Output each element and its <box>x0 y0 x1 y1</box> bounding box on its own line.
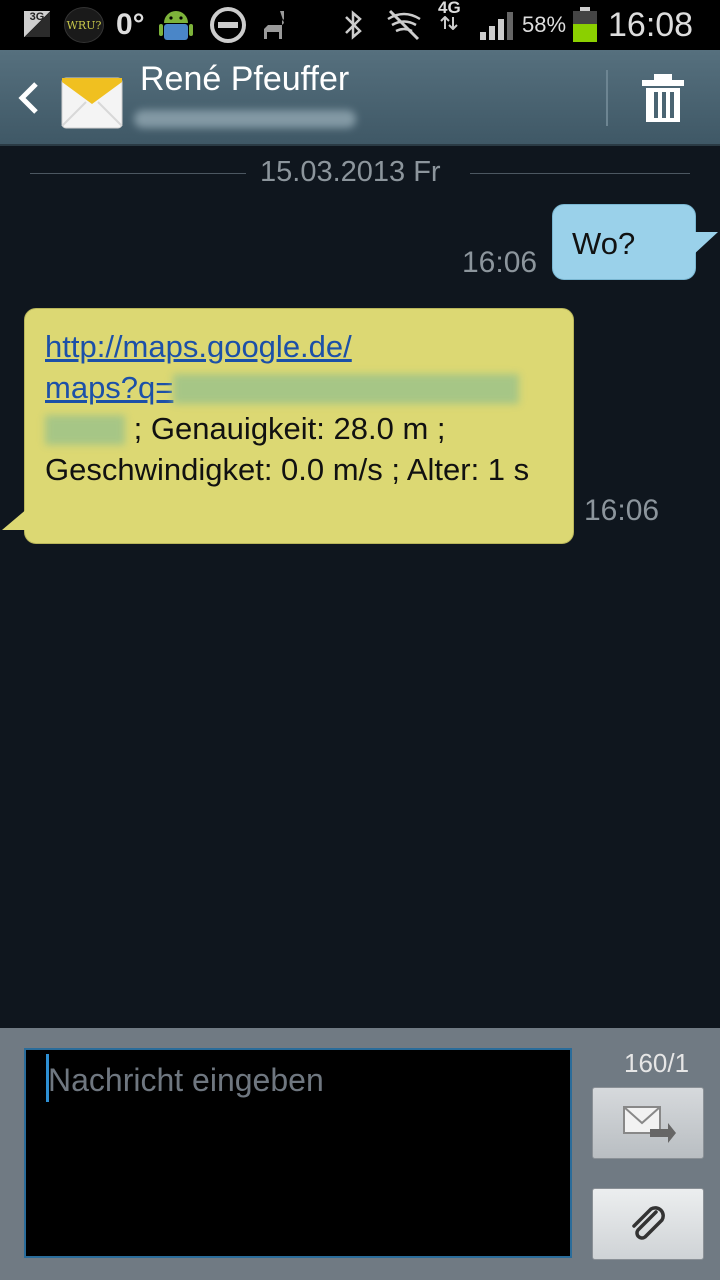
envelope-icon <box>60 68 124 130</box>
composer: Nachricht eingeben 160/1 <box>0 1028 720 1280</box>
redacted-coordinates <box>173 374 520 404</box>
date-line-left <box>30 173 246 174</box>
signal-bars-icon <box>480 0 514 50</box>
attach-button[interactable] <box>592 1188 704 1260</box>
battery-percent: 58% <box>522 12 567 37</box>
clock: 16:08 <box>608 5 694 44</box>
message-input-placeholder: Nachricht eingeben <box>48 1062 324 1098</box>
outgoing-bubble-tail <box>692 232 718 256</box>
maps-link-line1: http://maps.google.de/ <box>45 329 352 364</box>
date-separator: 15.03.2013 Fr <box>30 156 690 192</box>
network-type-label: 4G <box>438 0 461 17</box>
incoming-message-time: 16:06 <box>584 494 660 527</box>
network-badge-label: 3G <box>29 11 45 23</box>
character-counter: 160/1 <box>624 1048 690 1078</box>
outgoing-message-text: Wo? <box>572 226 636 261</box>
network-type: 4G <box>438 0 461 50</box>
data-arrows-icon <box>440 16 459 30</box>
contact-number-redacted <box>134 110 356 128</box>
wru-icon: WRU? <box>64 7 104 43</box>
incoming-bubble-tail <box>2 508 28 530</box>
trash-icon <box>642 74 684 122</box>
temperature: 0° <box>116 8 145 41</box>
date-line-right <box>470 173 690 174</box>
date-text: 15.03.2013 Fr <box>260 156 441 188</box>
app-badge-label: WRU? <box>66 18 102 32</box>
incoming-message-text: http://maps.google.de/maps?q= ; Genauigk… <box>45 326 565 490</box>
3g-icon: 3G <box>24 11 50 37</box>
back-button[interactable] <box>14 80 44 116</box>
send-button[interactable] <box>592 1087 704 1159</box>
no-signal-icon <box>384 0 424 50</box>
delete-button[interactable] <box>638 72 688 124</box>
status-bar: 3G WRU? 0° 4G 58% 16:08 <box>0 0 720 50</box>
contact-name: René Pfeuffer <box>140 60 350 98</box>
redacted-coordinates-tail <box>45 415 125 445</box>
header-divider <box>606 70 608 126</box>
message-input[interactable]: Nachricht eingeben <box>24 1048 572 1258</box>
llama-icon <box>256 0 296 50</box>
chevron-left-icon <box>18 82 38 114</box>
maps-link-line2: maps?q= <box>45 370 174 405</box>
send-icon <box>623 1106 676 1143</box>
bluetooth-icon <box>340 0 368 50</box>
do-not-disturb-icon <box>208 0 248 50</box>
paperclip-icon <box>632 1206 665 1240</box>
conversation-header: René Pfeuffer <box>0 50 720 146</box>
outgoing-message-time: 16:06 <box>462 246 538 279</box>
battery-icon <box>572 0 598 50</box>
android-icon <box>156 0 196 50</box>
